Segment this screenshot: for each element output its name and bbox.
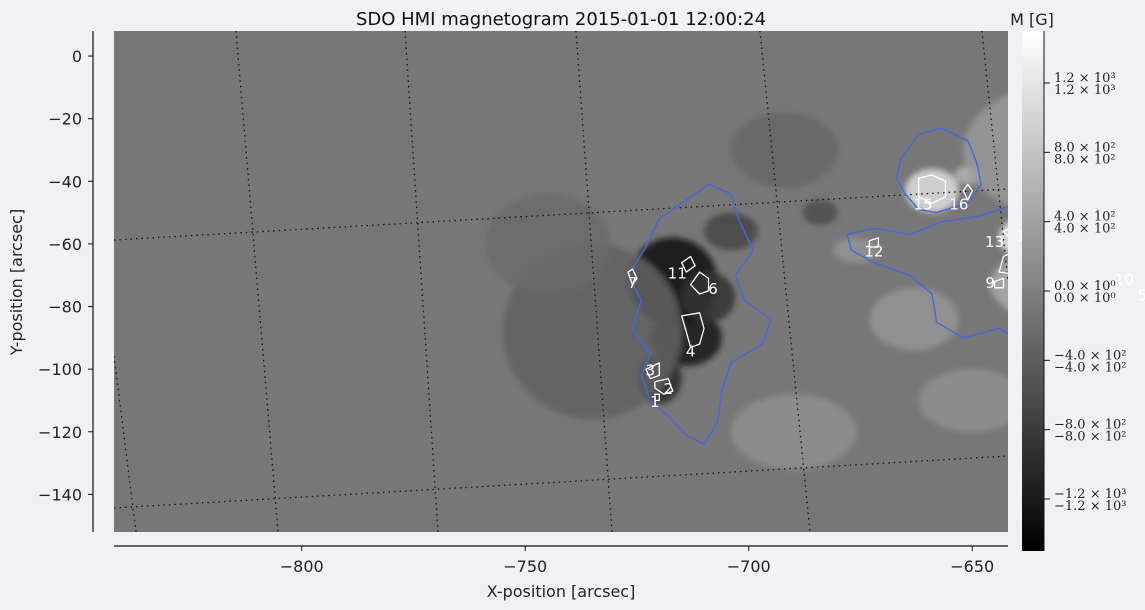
y-axis: 0 −20 −40 −60 −80 −100 −120 −140 (38, 31, 94, 532)
x-tick-label: −650 (950, 557, 994, 576)
region-label: 12 (864, 242, 883, 260)
x-axis: −800−750−700−650−600 (114, 545, 1008, 576)
negative-polarity-patch (730, 112, 839, 188)
negative-polarity-patch (802, 200, 839, 226)
positive-polarity-patch (730, 394, 857, 470)
x-tick-label: −700 (727, 557, 771, 576)
colorbar-tick-label: −8.0 × 10² (1054, 430, 1126, 445)
chart-title: SDO HMI magnetogram 2015-01-01 12:00:24 (356, 9, 766, 30)
x-tick-label: −750 (503, 557, 547, 576)
y-tick-label: 0 (72, 47, 82, 66)
colorbar-tick-label: 0.0 × 10⁰ (1054, 291, 1116, 306)
magnetogram-figure: SDO HMI magnetogram 2015-01-01 12:00:24 … (7, 9, 1145, 601)
x-tick-label: −800 (280, 557, 324, 576)
region-label: 6 (708, 280, 718, 298)
region-label: 1 (650, 393, 660, 411)
region-label: 3 (646, 361, 656, 379)
colorbar-tick-label: 4.0 × 10² (1054, 222, 1116, 237)
region-label: 13 (985, 233, 1004, 251)
y-tick-label: −100 (38, 360, 82, 379)
region-label: 10 (1115, 271, 1134, 289)
region-label: 7 (628, 274, 638, 292)
y-tick-label: −40 (48, 172, 82, 191)
white-contour (1102, 263, 1111, 276)
region-label: 5 (1137, 286, 1145, 304)
region-label: 16 (949, 195, 968, 213)
plot-area: 12345678910111213141516 (114, 31, 1145, 532)
y-tick-label: −120 (38, 423, 82, 442)
y-axis-label: Y-position [arcsec] (7, 209, 26, 356)
region-label: 11 (668, 264, 687, 282)
y-tick-label: −80 (48, 298, 82, 317)
colorbar-tick-label: 1.2 × 10³ (1054, 83, 1116, 98)
colorbar-tick-label: −1.2 × 10³ (1054, 499, 1126, 514)
positive-polarity-patch (918, 369, 1008, 432)
x-axis-label: X-position [arcsec] (487, 582, 636, 601)
colorbar-tick-label: −4.0 × 10² (1054, 360, 1126, 375)
positive-polarity-patch (869, 287, 959, 351)
colorbar-tick-label: 8.0 × 10² (1054, 152, 1116, 167)
region-label: 15 (914, 195, 933, 213)
region-label: 2 (664, 380, 674, 398)
colorbar-gradient (1022, 31, 1044, 551)
region-label: 4 (686, 343, 696, 361)
negative-polarity-patch (704, 212, 758, 251)
y-tick-label: −20 (48, 110, 82, 129)
colorbar-ticks: 1.2 × 10³1.2 × 10³8.0 × 10²8.0 × 10²4.0 … (1044, 71, 1126, 514)
y-tick-label: −60 (48, 235, 82, 254)
region-label: 9 (985, 274, 995, 292)
negative-polarity-patch (485, 193, 611, 295)
colorbar: 1.2 × 10³1.2 × 10³8.0 × 10²8.0 × 10²4.0 … (1010, 10, 1126, 551)
y-tick-label: −140 (38, 485, 82, 504)
colorbar-label: M [G] (1010, 10, 1054, 29)
